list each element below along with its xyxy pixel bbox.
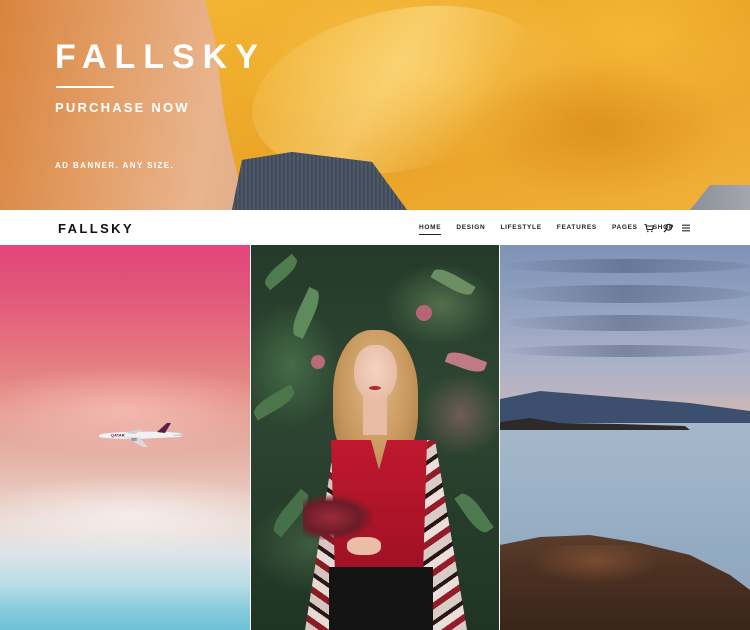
menu-item-lifestyle[interactable]: LIFESTYLE — [500, 224, 541, 232]
banner-title: FALLSKY — [55, 38, 266, 76]
foliage-leaf — [454, 489, 494, 537]
menu-item-features[interactable]: FEATURES — [557, 224, 597, 232]
sea-cloud — [500, 285, 750, 303]
menu-item-pages[interactable]: PAGES — [612, 224, 638, 232]
portrait-skirt — [329, 567, 433, 630]
banner-background-fabric-shadow — [470, 60, 730, 200]
menu-item-design[interactable]: DESIGN — [456, 224, 485, 232]
portrait-bouquet — [303, 495, 373, 540]
sky-with-airplane-photo[interactable]: QATAR — [0, 245, 250, 630]
banner-caption: AD BANNER. ANY SIZE. — [55, 161, 175, 170]
menu-item-home[interactable]: HOME — [419, 224, 442, 235]
seascape-sunset-photo[interactable] — [500, 245, 750, 630]
portrait-neck — [363, 395, 387, 435]
foliage-leaf — [430, 264, 476, 300]
search-icon[interactable] — [663, 223, 673, 233]
sea-cloud — [500, 315, 750, 331]
main-navbar: FALLSKY HOME DESIGN LIFESTYLE FEATURES P… — [0, 210, 750, 245]
foliage-flower — [444, 348, 488, 376]
purchase-now-link[interactable]: PURCHASE NOW — [55, 100, 190, 115]
portrait-hand — [347, 537, 381, 555]
ad-banner[interactable]: FALLSKY PURCHASE NOW AD BANNER. ANY SIZE… — [0, 0, 750, 210]
sky-cloud — [0, 475, 250, 555]
sea-rocks-highlight — [530, 545, 660, 585]
portrait-lips — [369, 386, 381, 390]
foliage-flower — [311, 355, 325, 369]
svg-text:QATAR: QATAR — [111, 433, 125, 438]
sea-cloud — [500, 259, 750, 273]
sea-cloud — [500, 345, 750, 357]
woman-portrait-photo[interactable] — [251, 245, 499, 630]
portrait-face — [354, 345, 397, 401]
site-logo[interactable]: FALLSKY — [58, 221, 134, 236]
foliage-leaf — [261, 253, 301, 291]
airplane-image: QATAR — [99, 423, 183, 447]
sea-mountains — [500, 391, 750, 423]
cart-icon[interactable] — [644, 223, 654, 233]
foliage-leaf — [288, 286, 324, 340]
banner-divider — [56, 86, 114, 88]
foliage-leaf — [251, 384, 298, 421]
foliage-flower — [416, 305, 432, 321]
hamburger-menu-icon[interactable] — [681, 223, 691, 233]
